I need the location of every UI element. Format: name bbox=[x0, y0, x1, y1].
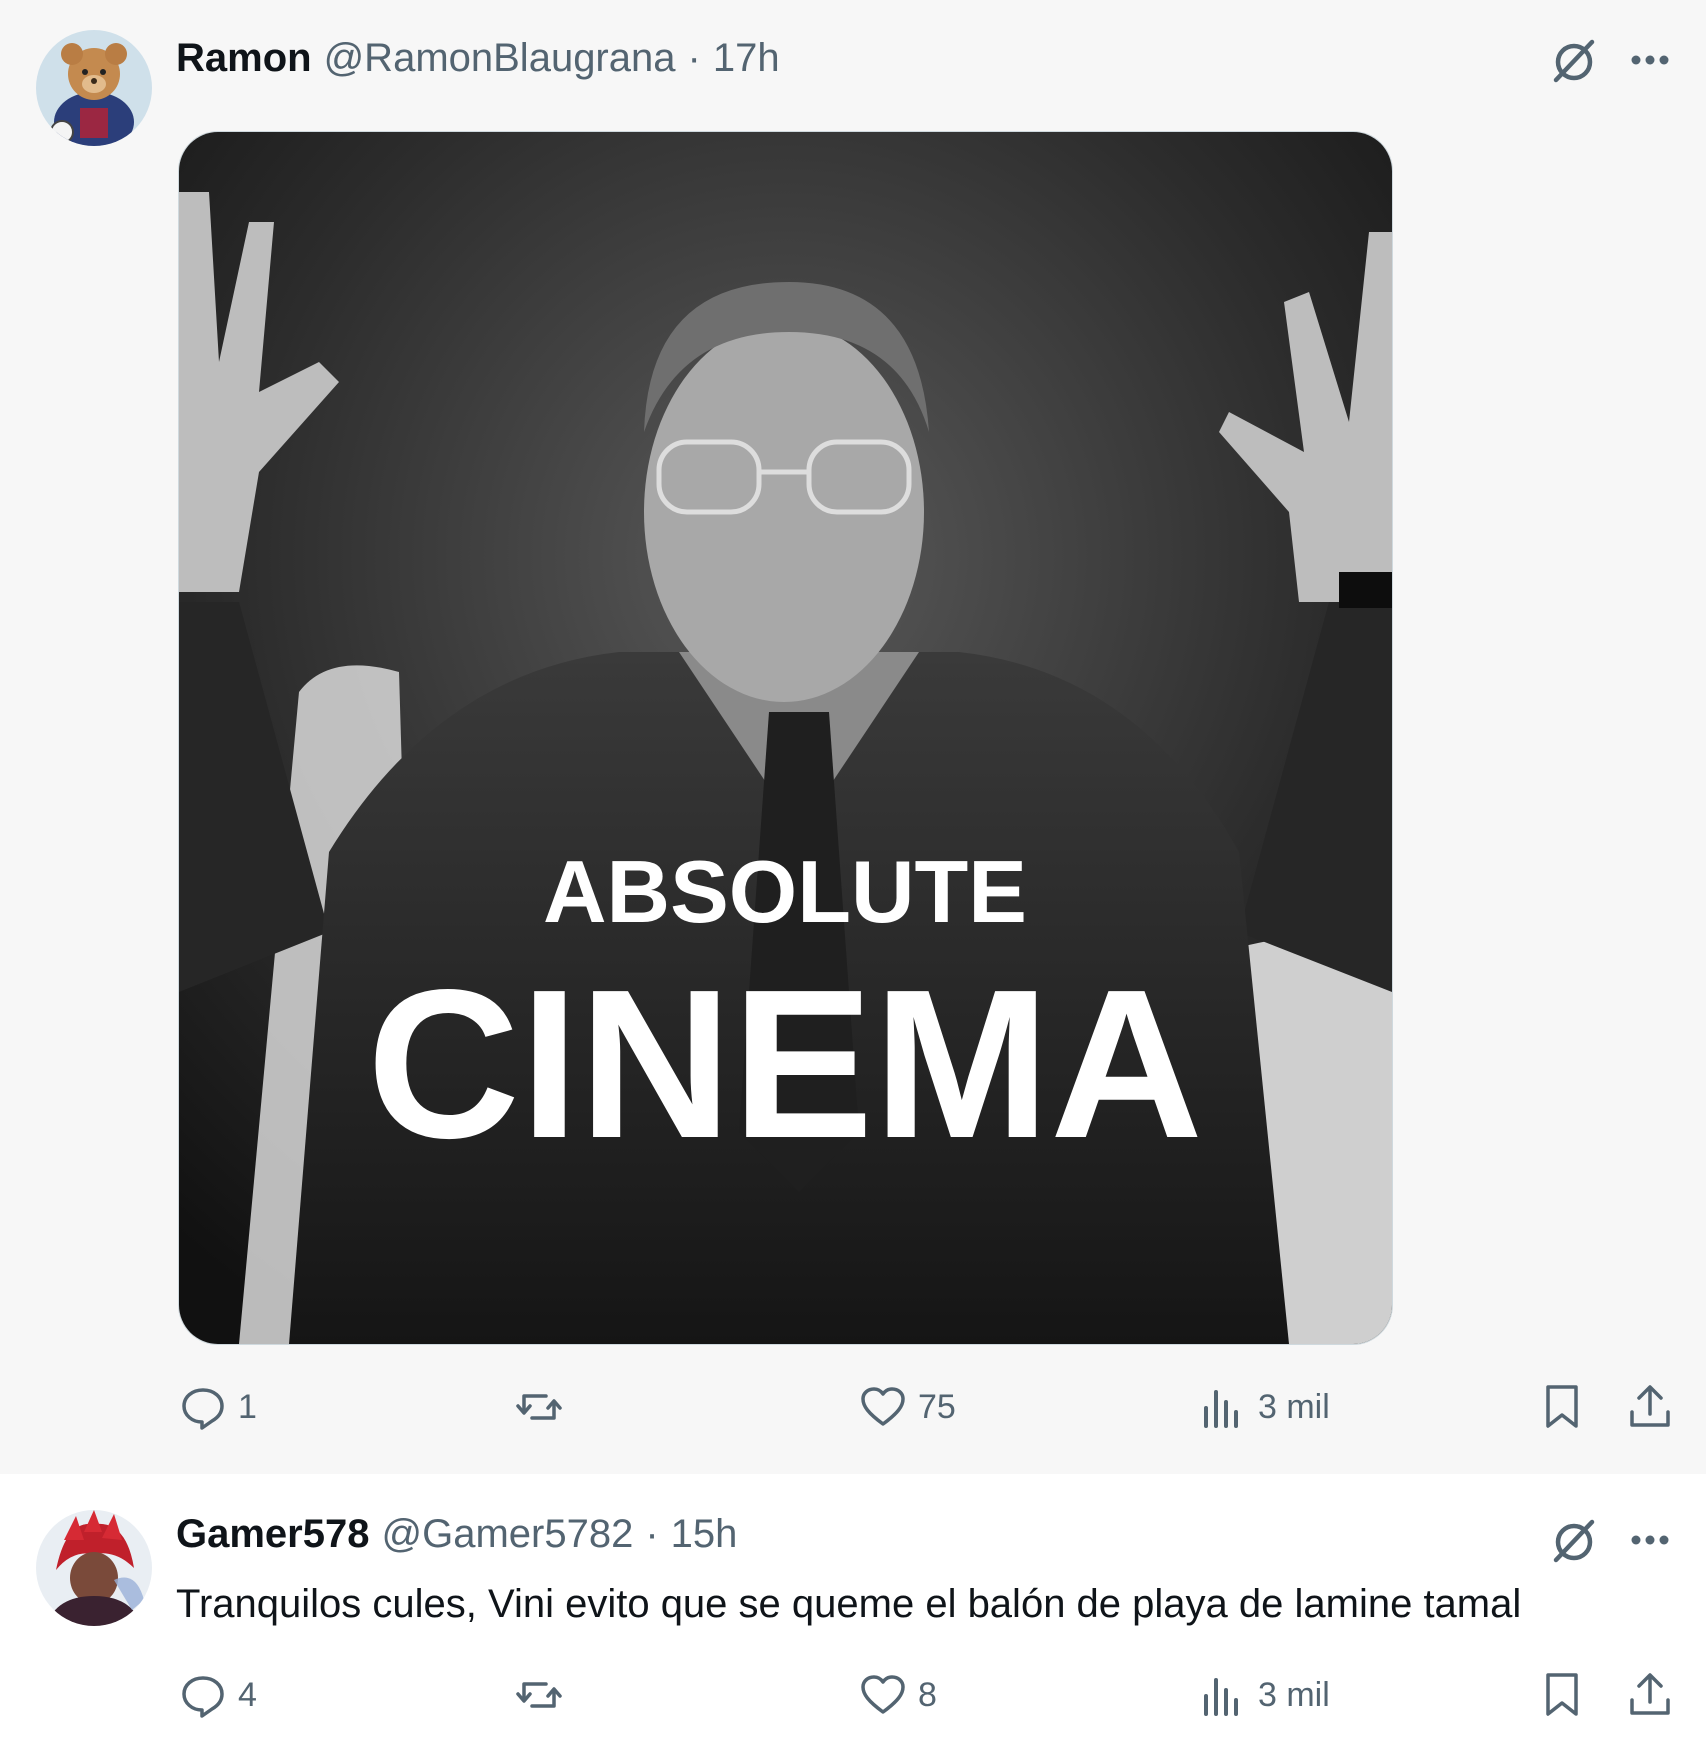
repost-icon bbox=[516, 1682, 562, 1708]
tweet-header: Gamer578 @Gamer5782 · 15h bbox=[176, 1512, 737, 1557]
tweet-header: Ramon @RamonBlaugrana · 17h bbox=[176, 36, 780, 81]
like-icon bbox=[861, 1675, 905, 1714]
like-count: 75 bbox=[918, 1387, 956, 1426]
views-icon bbox=[1204, 1678, 1238, 1716]
bookmark-button[interactable] bbox=[1538, 1382, 1586, 1435]
author-handle[interactable]: @RamonBlaugrana bbox=[324, 36, 676, 81]
separator-dot: · bbox=[687, 36, 701, 80]
reply-count: 1 bbox=[238, 1387, 257, 1426]
share-icon bbox=[1630, 1385, 1670, 1427]
like-button[interactable]: 8 bbox=[858, 1670, 937, 1720]
like-count: 8 bbox=[918, 1675, 937, 1714]
avatar-gamer578[interactable] bbox=[36, 1510, 152, 1626]
views-count: 3 mil bbox=[1258, 1675, 1330, 1714]
timestamp[interactable]: 15h bbox=[671, 1512, 738, 1557]
bookmark-icon bbox=[1546, 1385, 1578, 1428]
tweet-image[interactable]: ABSOLUTE CINEMA bbox=[178, 131, 1393, 1345]
reply-icon bbox=[182, 1676, 224, 1718]
views-count: 3 mil bbox=[1258, 1387, 1330, 1426]
media-text-absolute: ABSOLUTE bbox=[543, 842, 1027, 941]
like-icon bbox=[861, 1387, 905, 1426]
grok-icon[interactable] bbox=[1548, 1514, 1600, 1566]
more-icon[interactable] bbox=[1624, 34, 1676, 86]
grok-icon[interactable] bbox=[1548, 34, 1600, 86]
author-handle[interactable]: @Gamer5782 bbox=[381, 1512, 633, 1557]
share-button[interactable] bbox=[1626, 1670, 1674, 1723]
reply-button[interactable]: 4 bbox=[178, 1670, 257, 1720]
author-name[interactable]: Gamer578 bbox=[176, 1512, 369, 1557]
views-icon bbox=[1204, 1390, 1238, 1428]
bookmark-button[interactable] bbox=[1538, 1670, 1586, 1723]
tweet-ramon[interactable]: Ramon @RamonBlaugrana · 17h ABSOLUTE CIN… bbox=[0, 0, 1706, 1474]
separator-dot: · bbox=[645, 1512, 659, 1556]
avatar-ramon[interactable] bbox=[36, 30, 152, 146]
share-icon bbox=[1630, 1673, 1670, 1715]
views-button[interactable]: 3 mil bbox=[1198, 1382, 1330, 1432]
tweet-actions: 4 8 3 mil bbox=[178, 1670, 1678, 1730]
media-text-cinema: CINEMA bbox=[367, 945, 1203, 1182]
author-name[interactable]: Ramon bbox=[176, 36, 312, 81]
tweet-text: Tranquilos cules, Vini evito que se quem… bbox=[176, 1582, 1522, 1626]
bookmark-icon bbox=[1546, 1673, 1578, 1716]
repost-icon bbox=[516, 1394, 562, 1420]
reply-count: 4 bbox=[238, 1675, 257, 1714]
views-button[interactable]: 3 mil bbox=[1198, 1670, 1330, 1720]
tweet-actions: 1 75 3 mil bbox=[178, 1382, 1678, 1442]
repost-button[interactable] bbox=[514, 1670, 574, 1720]
reply-button[interactable]: 1 bbox=[178, 1382, 257, 1432]
share-button[interactable] bbox=[1626, 1382, 1674, 1435]
more-icon[interactable] bbox=[1624, 1514, 1676, 1566]
reply-icon bbox=[182, 1388, 224, 1430]
timestamp[interactable]: 17h bbox=[713, 36, 780, 81]
repost-button[interactable] bbox=[514, 1382, 574, 1432]
like-button[interactable]: 75 bbox=[858, 1382, 956, 1432]
tweet-gamer578[interactable]: Gamer578 @Gamer5782 · 15h Tranquilos cul… bbox=[0, 1474, 1706, 1743]
